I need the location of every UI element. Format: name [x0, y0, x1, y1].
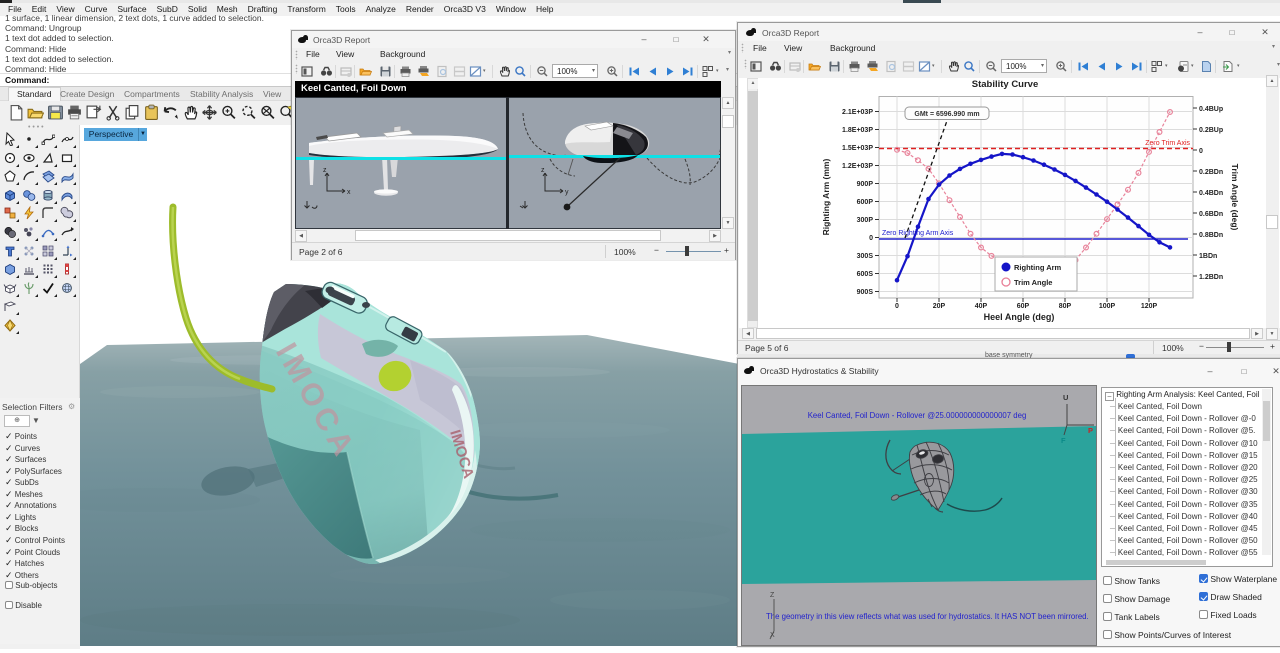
svg-text:Zero Righting Arm Axis: Zero Righting Arm Axis — [882, 230, 954, 237]
svg-text:0: 0 — [1199, 148, 1203, 155]
svg-text:100P: 100P — [1099, 303, 1116, 310]
svg-text:0.2BDn: 0.2BDn — [1199, 169, 1223, 176]
svg-text:z: z — [323, 167, 327, 174]
svg-text:1.5E+03P: 1.5E+03P — [842, 145, 873, 152]
svg-text:80P: 80P — [1059, 303, 1072, 310]
svg-text:600P: 600P — [857, 199, 874, 206]
svg-text:X: X — [770, 632, 775, 639]
svg-text:0.4BDn: 0.4BDn — [1199, 190, 1223, 197]
svg-text:P: P — [1088, 426, 1093, 435]
svg-text:0: 0 — [895, 303, 899, 310]
svg-text:GMt = 6596.990 mm: GMt = 6596.990 mm — [914, 111, 979, 118]
svg-text:120P: 120P — [1141, 303, 1158, 310]
svg-text:Trim Angle (deg): Trim Angle (deg) — [1230, 164, 1240, 231]
svg-text:y: y — [565, 189, 569, 196]
svg-text:60P: 60P — [1017, 303, 1030, 310]
svg-text:0.2BUp: 0.2BUp — [1199, 127, 1223, 134]
svg-text:300S: 300S — [857, 253, 874, 260]
svg-text:x: x — [347, 189, 351, 196]
svg-text:900S: 900S — [857, 289, 874, 296]
svg-text:F: F — [1061, 436, 1066, 445]
svg-text:z: z — [541, 167, 545, 174]
svg-text:Stability Curve: Stability Curve — [972, 79, 1039, 90]
svg-text:300P: 300P — [857, 217, 874, 224]
svg-text:2.1E+03P: 2.1E+03P — [842, 109, 873, 116]
svg-text:1.2BDn: 1.2BDn — [1199, 274, 1223, 281]
svg-text:Righting Arm: Righting Arm — [1014, 263, 1062, 272]
svg-text:0.8BDn: 0.8BDn — [1199, 232, 1223, 239]
svg-text:Righting Arm (mm): Righting Arm (mm) — [821, 159, 831, 236]
svg-text:900P: 900P — [857, 181, 874, 188]
svg-text:0: 0 — [869, 235, 873, 242]
svg-text:Keel Canted, Foil Down - Rollo: Keel Canted, Foil Down - Rollover @25.00… — [808, 411, 1027, 420]
svg-text:The geometry in this view refl: The geometry in this view reflects what … — [766, 612, 1089, 621]
svg-text:0.6BDn: 0.6BDn — [1199, 211, 1223, 218]
svg-text:600S: 600S — [857, 271, 874, 278]
svg-text:Heel Angle (deg): Heel Angle (deg) — [984, 312, 1055, 322]
svg-text:1.8E+03P: 1.8E+03P — [842, 127, 873, 134]
svg-text:1BDn: 1BDn — [1199, 253, 1217, 260]
svg-text:40P: 40P — [975, 303, 988, 310]
svg-text:U: U — [1063, 393, 1068, 402]
svg-text:Trim Angle: Trim Angle — [1014, 278, 1052, 287]
svg-text:1.2E+03P: 1.2E+03P — [842, 163, 873, 170]
svg-text:Z: Z — [770, 592, 775, 599]
svg-text:20P: 20P — [933, 303, 946, 310]
svg-text:0.4BUp: 0.4BUp — [1199, 106, 1223, 113]
